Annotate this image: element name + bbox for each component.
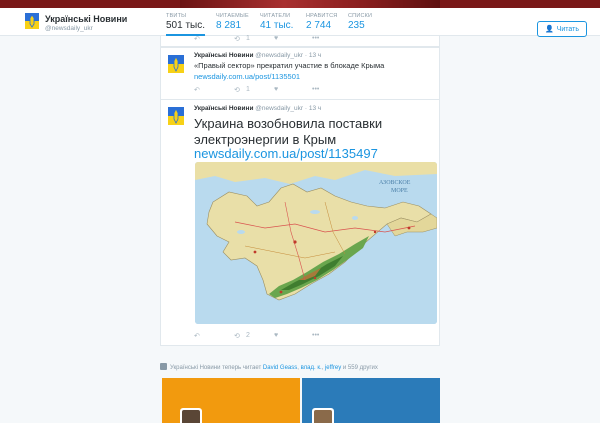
tweet-card-previous[interactable]: ↶ ⟲ 1 ♥ ••• <box>160 35 440 47</box>
tweet-text: Украина возобновила поставки электроэнер… <box>194 116 383 147</box>
user-icon <box>160 363 167 370</box>
tweet-author-name[interactable]: Українські Новини <box>194 105 253 112</box>
suggested-user-card[interactable] <box>162 378 300 423</box>
follow-notice: Українські Новини теперь читает David Ge… <box>160 363 440 371</box>
stat-label: НРАВИТСЯ <box>306 13 338 19</box>
stat-label: ТВИТЫ <box>166 13 187 19</box>
stat-value: 8 281 <box>216 20 242 31</box>
follow-button-label: Читать <box>556 25 579 33</box>
retweet-icon[interactable]: ⟲ <box>234 35 240 43</box>
tweet-avatar[interactable] <box>167 54 185 74</box>
notice-user-link[interactable]: jeffrey <box>325 365 341 371</box>
tweet-author-handle[interactable]: @newsdaily_ukr <box>255 105 303 112</box>
profile-name[interactable]: Українські Новини <box>45 14 127 24</box>
stat-following[interactable]: ЧИТАЕМЫЕ 8 281 <box>216 13 249 31</box>
tweet-card[interactable]: Українські Новини @newsdaily_ukr · 13 ч … <box>160 100 440 346</box>
profile-handle: @newsdaily_ukr <box>45 25 93 32</box>
tweet-timestamp[interactable]: · 13 ч <box>305 52 321 59</box>
tweet-text: «Правый сектор» прекратил участие в блок… <box>194 61 385 70</box>
notice-user-link[interactable]: влад. к. <box>301 365 322 371</box>
tweet-author-name[interactable]: Українські Новини <box>194 52 253 59</box>
tweet-author-handle[interactable]: @newsdaily_ukr <box>255 52 303 59</box>
tweet-timestamp[interactable]: · 13 ч <box>305 105 321 112</box>
notice-prefix: Українські Новини теперь читает <box>170 365 263 371</box>
suggested-user-avatar[interactable] <box>312 408 334 423</box>
stat-likes[interactable]: НРАВИТСЯ 2 744 <box>306 13 337 31</box>
stat-followers[interactable]: ЧИТАТЕЛИ 41 тыс. <box>260 13 293 31</box>
stat-label: СПИСКИ <box>348 13 373 19</box>
tweet-header: Українські Новини @newsdaily_ukr · 13 ч <box>194 105 321 112</box>
notice-user-link[interactable]: David Geass <box>263 365 297 371</box>
retweet-icon[interactable]: ⟲ <box>234 86 240 94</box>
stat-tweets[interactable]: ТВИТЫ 501 тыс. <box>166 13 206 36</box>
like-icon[interactable]: ♥ <box>274 86 278 93</box>
stat-value: 501 тыс. <box>166 20 206 31</box>
stat-value: 41 тыс. <box>260 20 294 31</box>
profile-avatar[interactable] <box>24 12 40 30</box>
reply-icon[interactable]: ↶ <box>194 35 200 43</box>
more-icon[interactable]: ••• <box>312 86 319 93</box>
tweet-link[interactable]: newsdaily.com.ua/post/1135501 <box>194 72 300 81</box>
like-icon[interactable]: ♥ <box>274 332 278 339</box>
suggested-user-avatar[interactable] <box>180 408 202 423</box>
tweet-media-map[interactable]: АЗОВСКОЕ МОРЕ <box>195 162 437 324</box>
profile-nav-bar: Українські Новини @newsdaily_ukr ТВИТЫ 5… <box>0 8 600 37</box>
retweet-icon[interactable]: ⟲ <box>234 332 240 340</box>
tweet-avatar[interactable] <box>167 106 185 126</box>
more-icon[interactable]: ••• <box>312 332 319 339</box>
suggested-user-card[interactable] <box>302 378 440 423</box>
tweet-actions: ↶ ⟲ 1 ♥ ••• <box>194 35 354 45</box>
tweet-link[interactable]: newsdaily.com.ua/post/1135497 <box>194 146 378 161</box>
stat-value: 2 744 <box>306 20 332 31</box>
banner-art <box>180 0 440 8</box>
stat-value: 235 <box>348 20 365 31</box>
tweet-header: Українські Новини @newsdaily_ukr · 13 ч <box>194 52 321 59</box>
tweet-actions: ↶ ⟲ 1 ♥ ••• <box>194 86 354 96</box>
more-icon[interactable]: ••• <box>312 35 319 42</box>
reply-icon[interactable]: ↶ <box>194 86 200 94</box>
crimea-map-image: АЗОВСКОЕ МОРЕ <box>195 162 437 324</box>
like-icon[interactable]: ♥ <box>274 35 278 42</box>
retweet-count: 1 <box>246 35 250 42</box>
add-user-icon: 👤 <box>544 26 554 33</box>
follow-button[interactable]: 👤 Читать <box>537 21 587 37</box>
retweet-count: 1 <box>246 86 250 93</box>
stat-lists[interactable]: СПИСКИ 235 <box>348 13 372 31</box>
stat-label: ЧИТАТЕЛИ <box>260 13 291 19</box>
retweet-count: 2 <box>246 332 250 339</box>
profile-banner <box>0 0 600 8</box>
notice-suffix: и 559 других <box>341 365 378 371</box>
stat-label: ЧИТАЕМЫЕ <box>216 13 249 19</box>
tweet-card[interactable]: Українські Новини @newsdaily_ukr · 13 ч … <box>160 47 440 100</box>
tweet-actions: ↶ ⟲ 2 ♥ ••• <box>194 332 354 342</box>
reply-icon[interactable]: ↶ <box>194 332 200 340</box>
